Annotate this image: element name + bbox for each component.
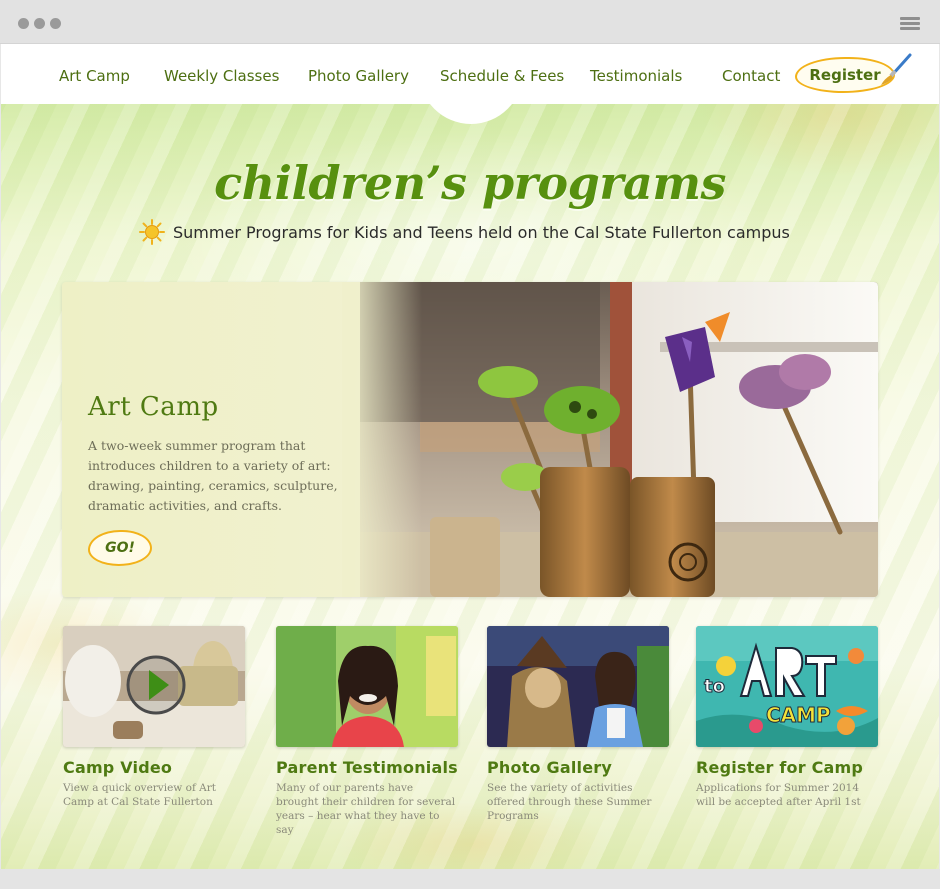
- window-dot[interactable]: [18, 18, 29, 29]
- window-dot[interactable]: [34, 18, 45, 29]
- card-description: Many of our parents have brought their c…: [276, 782, 456, 836]
- parent-testimonials-photo: [276, 626, 458, 747]
- register-for-camp-thumbnail[interactable]: to CAMP: [696, 626, 878, 747]
- page-frame: Art Camp Weekly Classes Photo Gallery Sc…: [1, 44, 939, 869]
- camp-video-thumbnail[interactable]: [63, 626, 245, 747]
- bottom-strip: [0, 869, 940, 889]
- art-camp-artwork: to CAMP: [696, 626, 878, 747]
- window-dot[interactable]: [50, 18, 61, 29]
- nav-item-contact[interactable]: Contact: [722, 67, 780, 85]
- hamburger-icon[interactable]: [900, 17, 920, 31]
- photo-gallery-photo: [487, 626, 669, 747]
- card-title[interactable]: Photo Gallery: [487, 758, 671, 777]
- svg-text:CAMP: CAMP: [766, 703, 831, 727]
- card-title[interactable]: Parent Testimonials: [276, 758, 460, 777]
- card-parent-testimonials[interactable]: Parent Testimonials Many of our parents …: [276, 626, 460, 837]
- card-description: Applications for Summer 2014 will be acc…: [696, 782, 861, 808]
- camp-video-photo: [63, 626, 245, 747]
- nav-item-schedule-fees[interactable]: Schedule & Fees: [440, 67, 564, 85]
- feature-description: A two-week summer program that introduce…: [88, 438, 338, 513]
- nav-item-testimonials[interactable]: Testimonials: [590, 67, 682, 85]
- card-title[interactable]: Camp Video: [63, 758, 247, 777]
- card-description: See the variety of activities offered th…: [487, 782, 652, 822]
- window-dots: [18, 18, 61, 29]
- nav-item-art-camp[interactable]: Art Camp: [59, 67, 130, 85]
- art-camp-feature: Art Camp A two-week summer program that …: [62, 282, 878, 597]
- card-camp-video[interactable]: Camp Video View a quick overview of Art …: [63, 626, 247, 809]
- browser-chrome: [0, 0, 940, 44]
- card-description: View a quick overview of Art Camp at Cal…: [63, 782, 216, 808]
- main-nav: Art Camp Weekly Classes Photo Gallery Sc…: [1, 44, 939, 104]
- photo-gallery-thumbnail[interactable]: [487, 626, 669, 747]
- card-photo-gallery[interactable]: Photo Gallery See the variety of activit…: [487, 626, 671, 823]
- ceramic-flowers-photo: [360, 282, 878, 597]
- nav-item-weekly-classes[interactable]: Weekly Classes: [164, 67, 279, 85]
- page-title: children’s programs: [214, 156, 726, 210]
- nav-item-photo-gallery[interactable]: Photo Gallery: [308, 67, 409, 85]
- card-title[interactable]: Register for Camp: [696, 758, 880, 777]
- go-button[interactable]: GO!: [88, 530, 152, 566]
- sun-icon: [139, 219, 165, 245]
- feature-fade: [342, 282, 422, 597]
- tagline-text: Summer Programs for Kids and Teens held …: [173, 222, 790, 242]
- tagline: Summer Programs for Kids and Teens held …: [139, 219, 790, 245]
- svg-text:to: to: [704, 676, 725, 697]
- card-register-for-camp[interactable]: to CAMP Register for Camp Applications f…: [696, 626, 880, 809]
- paintbrush-icon: [881, 53, 912, 85]
- feature-title: Art Camp: [88, 392, 219, 422]
- parent-testimonials-thumbnail[interactable]: [276, 626, 458, 747]
